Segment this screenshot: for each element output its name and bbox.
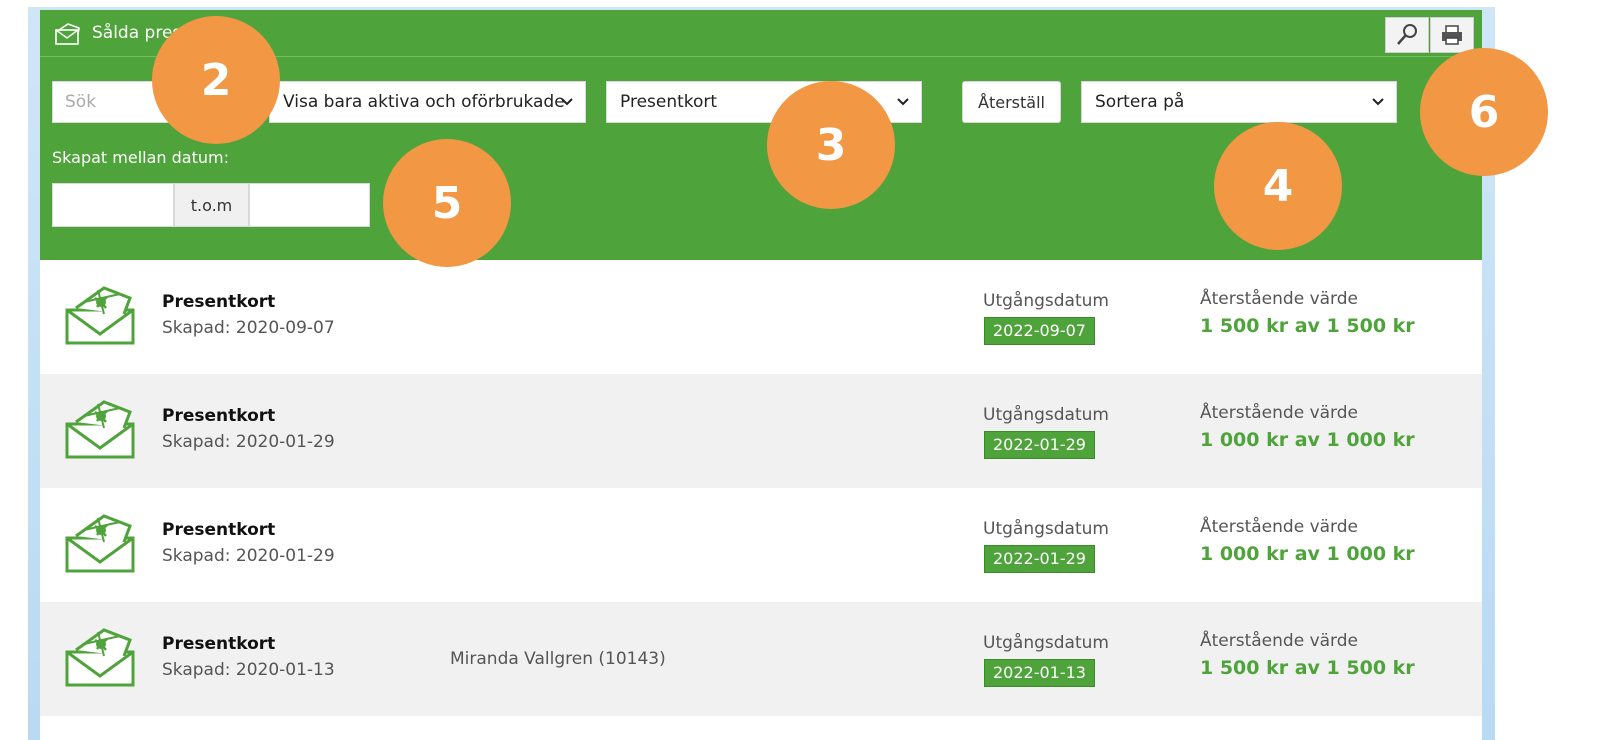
- callout-4: 4: [1214, 122, 1342, 250]
- expiry-label: Utgångsdatum: [983, 291, 1109, 311]
- date-separator: t.o.m: [174, 183, 249, 227]
- remaining-value-label: Återstående värde: [1200, 517, 1358, 537]
- list-item[interactable]: Presentkort Skapad: 2020-01-29 Utgångsdatu…: [40, 488, 1482, 602]
- gift-card-icon: [55, 23, 80, 45]
- reset-button[interactable]: Återställ: [962, 81, 1061, 123]
- remaining-value: 1 000 kr av 1 000 kr: [1200, 429, 1415, 451]
- print-tool-button[interactable]: [1430, 17, 1474, 53]
- expiry-label: Utgångsdatum: [983, 633, 1109, 653]
- list-item[interactable]: Presentkort Skapad: 2020-01-29 Utgångsdatu…: [40, 374, 1482, 488]
- row-created-date: Skapad: 2020-01-29: [162, 432, 335, 452]
- print-icon: [1442, 25, 1462, 45]
- row-created-date: Skapad: 2020-01-13: [162, 660, 335, 680]
- remaining-value-label: Återstående värde: [1200, 289, 1358, 309]
- gift-card-icon: [65, 514, 135, 573]
- row-title: Presentkort: [162, 634, 276, 654]
- list-item[interactable]: Presentkort Skapad: 2020-01-13 Miranda Val…: [40, 602, 1482, 716]
- expiry-date-badge: 2022-01-29: [984, 545, 1095, 573]
- gift-card-icon: [65, 286, 135, 345]
- expiry-label: Utgångsdatum: [983, 519, 1109, 539]
- expiry-label: Utgångsdatum: [983, 405, 1109, 425]
- row-created-date: Skapad: 2020-09-07: [162, 318, 335, 338]
- remaining-value: 1 000 kr av 1 000 kr: [1200, 543, 1415, 565]
- gift-card-icon: [65, 400, 135, 459]
- row-title: Presentkort: [162, 406, 276, 426]
- remaining-value-label: Återstående värde: [1200, 631, 1358, 651]
- status-filter-select[interactable]: Visa bara aktiva och oförbrukade: [269, 81, 586, 123]
- search-icon: [1397, 24, 1417, 45]
- search-placeholder: Sök: [65, 92, 97, 112]
- expiry-date-badge: 2022-09-07: [984, 317, 1095, 345]
- callout-3: 3: [767, 81, 895, 209]
- chevron-down-icon: [1372, 98, 1384, 106]
- remaining-value-label: Återstående värde: [1200, 403, 1358, 423]
- chevron-down-icon: [897, 98, 909, 106]
- remaining-value: 1 500 kr av 1 500 kr: [1200, 315, 1415, 337]
- gift-card-icon: [65, 628, 135, 687]
- status-filter-value: Visa bara aktiva och oförbrukade: [283, 92, 565, 112]
- chevron-down-icon: [561, 98, 573, 106]
- expiry-date-badge: 2022-01-29: [984, 431, 1095, 459]
- sort-select-value: Sortera på: [1095, 92, 1185, 112]
- date-from-input[interactable]: [52, 183, 174, 227]
- row-customer: Miranda Vallgren (10143): [450, 649, 666, 669]
- date-range-label: Skapat mellan datum:: [52, 148, 229, 167]
- list-item[interactable]: Presentkort Skapad: 2020-09-07 Utgångsdatu…: [40, 260, 1482, 374]
- row-title: Presentkort: [162, 520, 276, 540]
- callout-5: 5: [383, 139, 511, 267]
- callout-6: 6: [1420, 48, 1548, 176]
- remaining-value: 1 500 kr av 1 500 kr: [1200, 657, 1415, 679]
- type-select-value: Presentkort: [620, 92, 718, 112]
- row-created-date: Skapad: 2020-01-29: [162, 546, 335, 566]
- search-tool-button[interactable]: [1385, 17, 1429, 53]
- date-range: t.o.m: [52, 183, 370, 227]
- sort-select[interactable]: Sortera på: [1081, 81, 1397, 123]
- date-to-input[interactable]: [249, 183, 370, 227]
- callout-2: 2: [152, 16, 280, 144]
- row-title: Presentkort: [162, 292, 276, 312]
- expiry-date-badge: 2022-01-13: [984, 659, 1095, 687]
